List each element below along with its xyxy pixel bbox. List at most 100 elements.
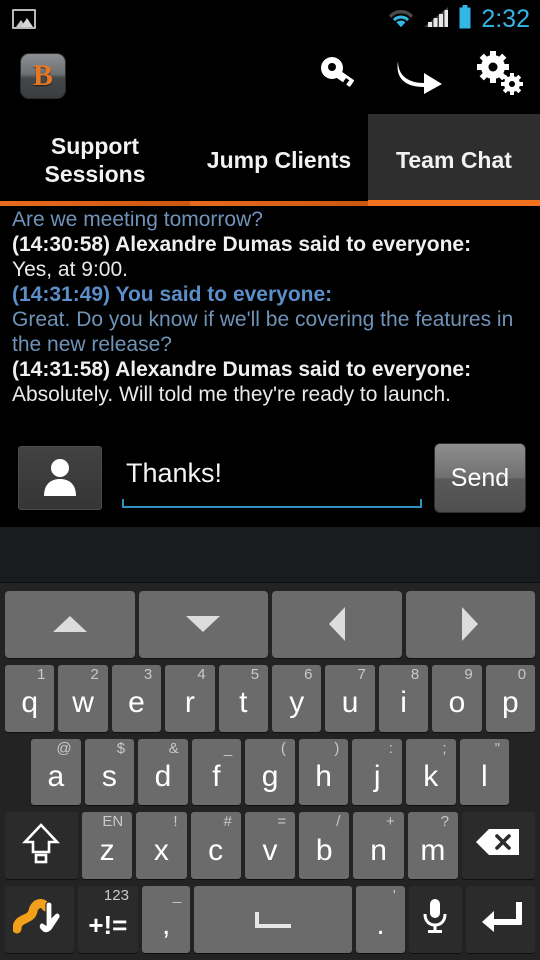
tab-underline xyxy=(0,201,190,206)
shift-key[interactable] xyxy=(5,812,78,880)
key-comma[interactable]: _ , xyxy=(141,886,191,953)
arrow-down-key[interactable] xyxy=(138,591,268,658)
arrow-right-key[interactable] xyxy=(405,591,535,658)
key-t[interactable]: 5t xyxy=(218,664,269,732)
key-alt-label: ! xyxy=(173,813,178,831)
key-alt-label: $ xyxy=(116,739,126,757)
recipient-picker-button[interactable] xyxy=(18,446,102,510)
chat-message-body: Are we meeting tomorrow? xyxy=(12,211,263,231)
key-period[interactable]: ' . xyxy=(356,886,405,953)
key-l[interactable]: " l xyxy=(459,738,510,806)
send-button[interactable]: Send xyxy=(434,443,526,513)
backspace-key[interactable] xyxy=(462,812,535,880)
tab-team-chat[interactable]: Team Chat xyxy=(368,114,540,206)
key-o[interactable]: 9o xyxy=(432,664,482,732)
chat-message-body: Yes, at 9:00. xyxy=(12,258,128,281)
tab-jump-clients[interactable]: Jump Clients xyxy=(190,114,368,206)
key-x[interactable]: ! x xyxy=(136,812,187,880)
key-action-button[interactable] xyxy=(300,38,380,114)
microphone-icon xyxy=(420,897,450,943)
key-label: , xyxy=(161,907,171,941)
key-label: +!= xyxy=(88,909,128,940)
key-h[interactable]: ) h xyxy=(298,738,349,806)
key-alt-label: & xyxy=(168,739,179,757)
key-q[interactable]: 1q xyxy=(5,664,55,732)
key-label: l xyxy=(480,759,488,793)
key-alt-label: 1 xyxy=(37,665,46,683)
key-label: x xyxy=(153,833,169,867)
key-y[interactable]: 6y xyxy=(272,664,322,732)
key-label: b xyxy=(315,833,333,867)
key-k[interactable]: ; k xyxy=(405,738,456,806)
key-label: w xyxy=(72,686,94,720)
key-alt-label: @ xyxy=(56,739,72,757)
key-alt-label: 0 xyxy=(517,665,527,683)
arrow-left-key[interactable] xyxy=(272,591,402,658)
key-label: y xyxy=(289,686,305,720)
tab-support-sessions[interactable]: Support Sessions xyxy=(0,114,190,206)
status-bar-clock: 2:32 xyxy=(481,4,530,33)
app-logo[interactable]: B xyxy=(20,53,66,99)
tab-underline xyxy=(190,201,368,206)
key-z[interactable]: EN z xyxy=(81,812,133,880)
compose-row: Send xyxy=(0,430,540,526)
key-f[interactable]: _ f xyxy=(191,738,242,806)
key-alt-label: _ xyxy=(172,887,182,905)
key-alt-label: / xyxy=(336,813,341,831)
enter-key[interactable] xyxy=(466,886,535,953)
key-label: k xyxy=(423,759,439,793)
key-w[interactable]: 2w xyxy=(58,664,108,732)
key-v[interactable]: = v xyxy=(244,812,296,880)
key-b[interactable]: / b xyxy=(299,812,350,880)
space-key[interactable] xyxy=(194,886,353,953)
chat-log[interactable]: Are we meeting tomorrow? (14:30:58) Alex… xyxy=(0,211,540,427)
arrow-up-key[interactable] xyxy=(5,591,135,658)
key-a[interactable]: @ a xyxy=(31,738,81,806)
key-label: q xyxy=(21,686,39,720)
key-s[interactable]: $ s xyxy=(84,738,135,806)
key-alt-label: 3 xyxy=(143,665,153,683)
settings-action-button[interactable] xyxy=(460,38,540,114)
key-alt-label: 7 xyxy=(357,665,366,683)
key-label: h xyxy=(315,759,332,793)
key-e[interactable]: 3e xyxy=(111,664,162,732)
key-alt-label: : xyxy=(388,739,393,757)
microphone-key[interactable] xyxy=(408,886,463,953)
key-label: a xyxy=(47,759,65,793)
key-m[interactable]: ? m xyxy=(407,812,459,880)
key-u[interactable]: 7u xyxy=(325,664,375,732)
key-label: . xyxy=(376,907,385,941)
key-c[interactable]: # c xyxy=(190,812,241,880)
action-bar-buttons xyxy=(300,38,540,114)
enter-arrow-icon xyxy=(480,899,522,941)
tab-jump-clients-label: Jump Clients xyxy=(206,147,352,173)
symbols-key[interactable]: 123 +!= xyxy=(77,886,138,953)
key-label: t xyxy=(239,686,248,720)
key-p[interactable]: 0p xyxy=(485,664,536,732)
key-r[interactable]: 4r xyxy=(165,664,215,732)
key-alt-label: ) xyxy=(334,739,340,757)
key-g[interactable]: (g xyxy=(245,738,295,806)
input-underline xyxy=(122,499,422,508)
swype-gesture-key[interactable] xyxy=(5,886,74,953)
key-d[interactable]: & d xyxy=(138,738,188,806)
arrow-down-icon xyxy=(186,616,221,633)
jump-action-button[interactable] xyxy=(380,38,460,114)
tab-underline-active xyxy=(368,200,540,206)
key-j[interactable]: :j xyxy=(352,738,402,806)
key-i[interactable]: 8i xyxy=(378,664,429,732)
key-alt-label: 2 xyxy=(90,665,99,683)
key-alt-label: 6 xyxy=(304,665,313,683)
wifi-icon xyxy=(388,6,414,33)
message-input[interactable] xyxy=(122,446,422,500)
keyboard-nav-row xyxy=(3,589,537,660)
person-icon xyxy=(42,456,78,501)
key-label: s xyxy=(101,759,117,793)
keyboard-row-4: 123 +!= _ , ' . xyxy=(3,884,537,955)
keyboard-row-3: EN z ! x # c = v / b + n ? m xyxy=(3,810,537,881)
key-n[interactable]: + n xyxy=(353,812,404,880)
tab-team-chat-label: Team Chat xyxy=(396,147,512,173)
status-bar-notifications xyxy=(0,9,36,29)
key-label: r xyxy=(184,686,195,720)
key-label: p xyxy=(502,686,519,720)
